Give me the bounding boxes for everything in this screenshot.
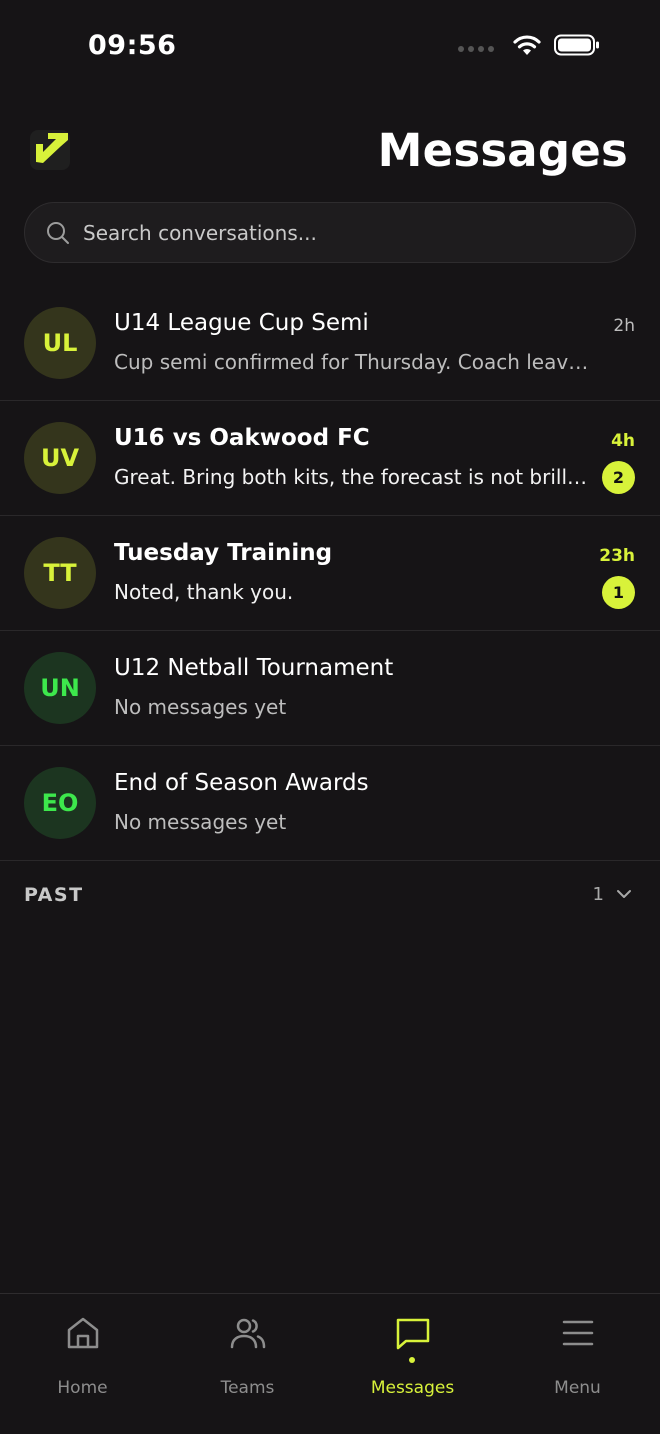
conversation-time: 4h bbox=[611, 431, 635, 451]
avatar: UN bbox=[24, 652, 96, 724]
battery-icon bbox=[554, 34, 599, 56]
nav-messages[interactable]: Messages bbox=[330, 1294, 495, 1434]
chevron-down-icon bbox=[617, 890, 631, 898]
conversation-item[interactable]: UL U14 League Cup Semi Cup semi confirme… bbox=[0, 286, 660, 401]
conversation-preview: No messages yet bbox=[114, 810, 287, 834]
past-section-toggle[interactable]: PAST 1 bbox=[0, 862, 660, 926]
status-time: 09:56 bbox=[88, 30, 177, 61]
users-icon bbox=[230, 1318, 265, 1349]
signal-icon bbox=[458, 46, 494, 52]
past-section-count: 1 bbox=[592, 884, 604, 905]
conversation-list: UL U14 League Cup Semi Cup semi confirme… bbox=[0, 286, 660, 861]
status-icons bbox=[458, 34, 600, 56]
avatar: TT bbox=[24, 537, 96, 609]
conversation-item[interactable]: TT Tuesday Training Noted, thank you. 23… bbox=[0, 516, 660, 631]
nav-home[interactable]: Home bbox=[0, 1294, 165, 1434]
avatar: UL bbox=[24, 307, 96, 379]
conversation-item[interactable]: UN U12 Netball Tournament No messages ye… bbox=[0, 631, 660, 746]
nav-messages-label: Messages bbox=[370, 1378, 455, 1398]
conversation-name: U12 Netball Tournament bbox=[114, 655, 394, 681]
conversation-preview: No messages yet bbox=[114, 695, 287, 719]
nav-menu[interactable]: Menu bbox=[495, 1294, 660, 1434]
conversation-item[interactable]: UV U16 vs Oakwood FC Great. Bring both k… bbox=[0, 401, 660, 516]
menu-icon bbox=[562, 1320, 593, 1346]
avatar: UV bbox=[24, 422, 96, 494]
conversation-name: U16 vs Oakwood FC bbox=[114, 425, 370, 451]
nav-home-label: Home bbox=[57, 1378, 108, 1398]
conversation-name: End of Season Awards bbox=[114, 770, 369, 796]
conversation-preview: Noted, thank you. bbox=[114, 580, 294, 604]
search-icon bbox=[47, 221, 69, 244]
conversation-name: U14 League Cup Semi bbox=[114, 310, 369, 336]
wifi-icon bbox=[513, 35, 541, 55]
conversation-preview: Cup semi confirmed for Thursday. Coach l… bbox=[114, 350, 592, 374]
conversation-name: Tuesday Training bbox=[114, 540, 333, 566]
page-title: Messages bbox=[377, 124, 628, 177]
active-indicator-dot bbox=[409, 1357, 415, 1363]
conversation-time: 2h bbox=[613, 316, 635, 336]
avatar: EO bbox=[24, 767, 96, 839]
nav-teams-label: Teams bbox=[220, 1378, 275, 1398]
conversation-item[interactable]: EO End of Season Awards No messages yet bbox=[0, 746, 660, 861]
home-icon bbox=[67, 1317, 98, 1349]
nav-teams[interactable]: Teams bbox=[165, 1294, 330, 1434]
past-section-label: PAST bbox=[24, 884, 84, 906]
unread-badge: 2 bbox=[602, 461, 635, 494]
conversation-preview: Great. Bring both kits, the forecast is … bbox=[114, 465, 590, 489]
app-logo-icon bbox=[30, 130, 70, 170]
bottom-nav: Home Teams Messages Menu bbox=[0, 1293, 660, 1434]
search-bar[interactable] bbox=[24, 202, 636, 263]
search-input[interactable] bbox=[83, 220, 635, 245]
conversation-time: 23h bbox=[599, 546, 635, 566]
nav-menu-label: Menu bbox=[554, 1378, 601, 1398]
messages-screen: 09:56 Messages UL U14 League Cup Semi bbox=[0, 0, 660, 1434]
message-icon bbox=[396, 1318, 429, 1350]
unread-badge: 1 bbox=[602, 576, 635, 609]
